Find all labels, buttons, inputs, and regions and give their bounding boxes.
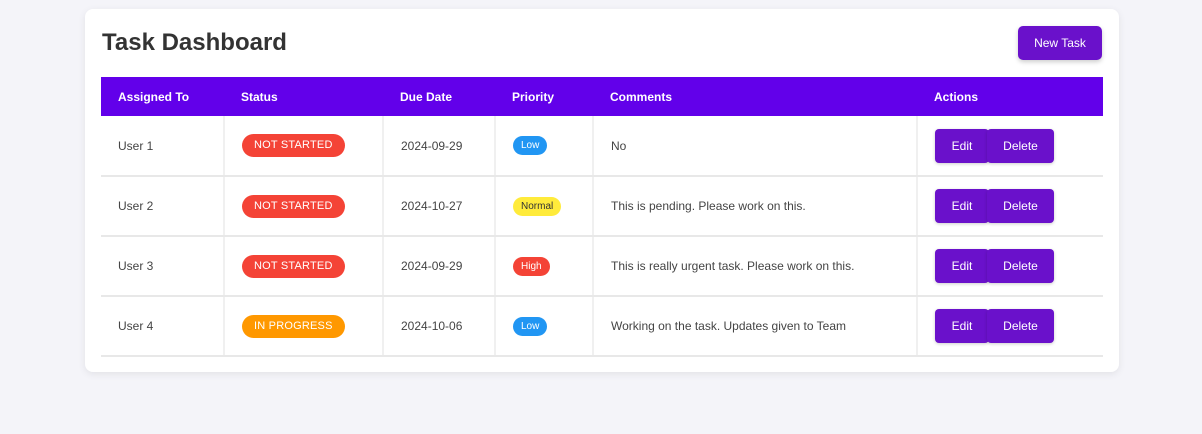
table-row: User 1 NOT STARTED 2024-09-29 Low No Edi… — [101, 116, 1103, 177]
priority-cell: Low — [495, 116, 594, 177]
edit-button[interactable]: Edit — [935, 309, 989, 343]
comments-cell: No — [593, 116, 918, 177]
column-header-assigned-to: Assigned To — [118, 89, 190, 104]
table-header-row: Assigned To Status Due Date Priority Com… — [101, 77, 1103, 116]
delete-button[interactable]: Delete — [987, 249, 1054, 283]
priority-cell: Normal — [495, 176, 594, 237]
status-cell: NOT STARTED — [224, 236, 384, 297]
status-cell: IN PROGRESS — [224, 296, 384, 357]
status-badge: NOT STARTED — [242, 254, 345, 278]
task-dashboard-card: Task Dashboard New Task Assigned To Stat… — [85, 9, 1119, 372]
assigned-to-cell: User 1 — [101, 116, 225, 177]
due-date-cell: 2024-09-29 — [383, 236, 496, 297]
edit-button[interactable]: Edit — [935, 189, 989, 223]
comments-cell: This is really urgent task. Please work … — [593, 236, 918, 297]
delete-button[interactable]: Delete — [987, 189, 1054, 223]
comments-cell: Working on the task. Updates given to Te… — [593, 296, 918, 357]
status-badge: IN PROGRESS — [242, 314, 345, 338]
status-cell: NOT STARTED — [224, 176, 384, 237]
edit-button[interactable]: Edit — [935, 249, 989, 283]
status-cell: NOT STARTED — [224, 116, 384, 177]
column-header-actions: Actions — [934, 89, 979, 104]
priority-badge: High — [513, 256, 550, 276]
status-badge: NOT STARTED — [242, 134, 345, 157]
priority-badge: Low — [513, 136, 548, 155]
comments-cell: This is pending. Please work on this. — [593, 176, 918, 237]
priority-cell: High — [495, 236, 594, 297]
due-date-cell: 2024-09-29 — [383, 116, 496, 177]
actions-cell: Edit Delete — [917, 296, 1103, 357]
priority-badge: Low — [513, 316, 548, 336]
table-row: User 3 NOT STARTED 2024-09-29 High This … — [101, 236, 1103, 297]
delete-button[interactable]: Delete — [987, 309, 1054, 343]
delete-button[interactable]: Delete — [987, 128, 1054, 163]
column-header-comments: Comments — [610, 89, 673, 104]
due-date-cell: 2024-10-06 — [383, 296, 496, 357]
tasks-table: Assigned To Status Due Date Priority Com… — [101, 77, 1103, 357]
status-badge: NOT STARTED — [242, 194, 345, 218]
new-task-button[interactable]: New Task — [1018, 26, 1102, 60]
assigned-to-cell: User 2 — [101, 176, 225, 237]
column-header-status: Status — [241, 89, 278, 104]
table-row: User 4 IN PROGRESS 2024-10-06 Low Workin… — [101, 296, 1103, 357]
actions-cell: Edit Delete — [917, 116, 1103, 177]
actions-cell: Edit Delete — [917, 236, 1103, 297]
actions-cell: Edit Delete — [917, 176, 1103, 237]
due-date-cell: 2024-10-27 — [383, 176, 496, 237]
column-header-due-date: Due Date — [400, 89, 453, 104]
table-row: User 2 NOT STARTED 2024-10-27 Normal Thi… — [101, 176, 1103, 237]
column-header-priority: Priority — [512, 89, 555, 104]
edit-button[interactable]: Edit — [935, 128, 989, 163]
priority-badge: Normal — [513, 196, 562, 216]
assigned-to-cell: User 4 — [101, 296, 225, 357]
priority-cell: Low — [495, 296, 594, 357]
page-title: Task Dashboard — [102, 29, 287, 56]
assigned-to-cell: User 3 — [101, 236, 225, 297]
